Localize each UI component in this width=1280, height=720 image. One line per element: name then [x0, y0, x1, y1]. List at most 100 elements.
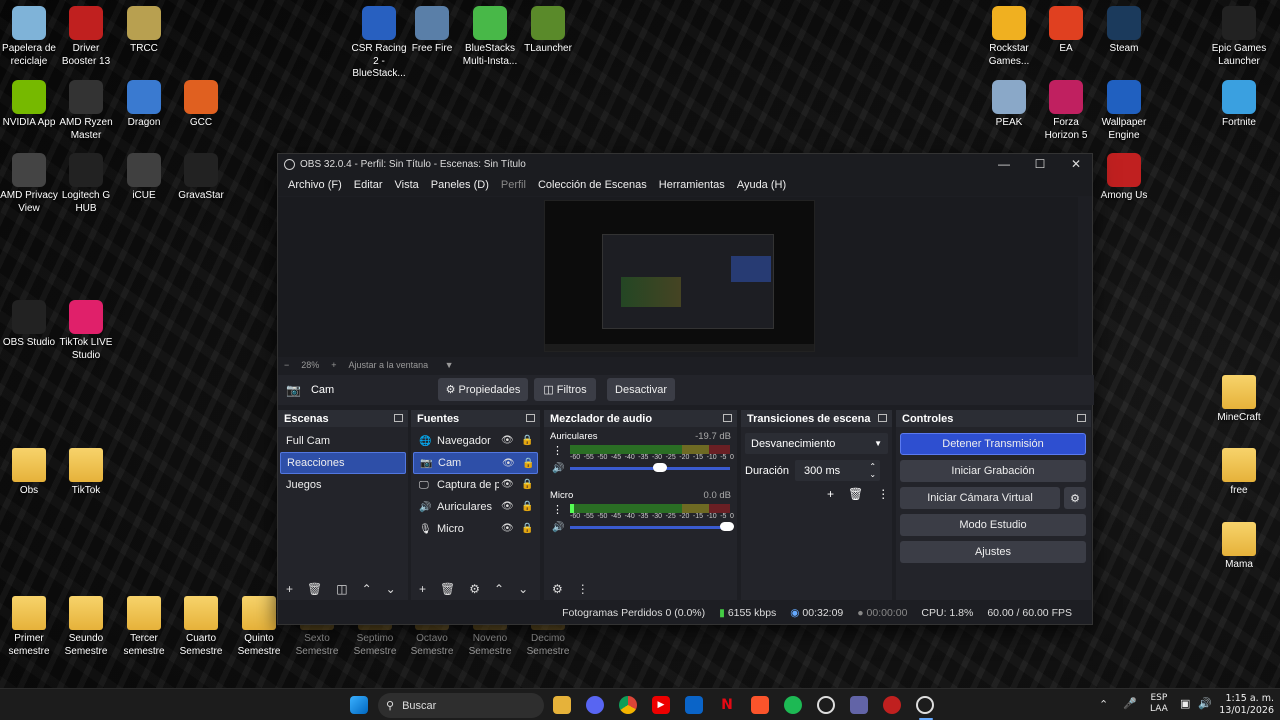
- tray-chevron-icon[interactable]: ⌃: [1099, 698, 1108, 711]
- desktop-icon[interactable]: Wallpaper Engine: [1095, 80, 1153, 142]
- menu-ayuda[interactable]: Ayuda (H): [731, 179, 792, 191]
- arrow-down-icon[interactable]: ⌄: [518, 582, 528, 596]
- menu-paneles[interactable]: Paneles (D): [425, 179, 495, 191]
- preview-canvas[interactable]: [544, 200, 815, 352]
- lang-indicator[interactable]: ESP LAA: [1150, 693, 1168, 715]
- desktop-icon[interactable]: TLauncher: [519, 6, 577, 56]
- menu-archivo[interactable]: Archivo (F): [282, 179, 348, 191]
- undock-icon[interactable]: [1077, 414, 1086, 422]
- deactivate-button[interactable]: Desactivar: [607, 378, 675, 401]
- menu-herramientas[interactable]: Herramientas: [653, 179, 731, 191]
- desktop-icon[interactable]: Epic Games Launcher: [1210, 6, 1268, 68]
- netflix-icon[interactable]: N: [718, 696, 736, 714]
- desktop-icon[interactable]: NVIDIA App: [0, 80, 58, 130]
- undock-icon[interactable]: [723, 414, 732, 422]
- desktop-icon[interactable]: Tercer semestre: [115, 596, 173, 658]
- arrow-down-icon[interactable]: ⌄: [386, 582, 396, 596]
- advanced-audio-icon[interactable]: ⚙: [552, 582, 563, 596]
- filter-icon[interactable]: ◫: [336, 582, 347, 596]
- gear-icon[interactable]: ⚙: [469, 582, 480, 596]
- menu-coleccion[interactable]: Colección de Escenas: [532, 179, 653, 191]
- obs-title-bar[interactable]: OBS 32.0.4 - Perfil: Sin Título - Escena…: [278, 154, 1092, 174]
- trash-icon[interactable]: 🗑: [848, 487, 863, 501]
- stepper-icon[interactable]: ⌃ ⌄: [869, 462, 876, 479]
- desktop-icon[interactable]: TikTok LIVE Studio: [57, 300, 115, 362]
- preview-area[interactable]: [278, 197, 1078, 357]
- desktop-icon[interactable]: Forza Horizon 5: [1037, 80, 1095, 142]
- desktop-icon[interactable]: CSR Racing 2 - BlueStack...: [350, 6, 408, 81]
- brave-icon[interactable]: [751, 696, 769, 714]
- driver-booster-icon[interactable]: [883, 696, 901, 714]
- zoom-in-button[interactable]: +: [331, 360, 336, 370]
- source-item[interactable]: 🔊 Auriculares 👁 🔒: [413, 496, 538, 518]
- desktop-icon[interactable]: Steam: [1095, 6, 1153, 56]
- lock-icon[interactable]: 🔒: [521, 523, 533, 534]
- arrow-up-icon[interactable]: ⌃: [494, 582, 504, 596]
- add-icon[interactable]: +: [419, 582, 426, 596]
- scene-item[interactable]: Juegos: [280, 474, 406, 496]
- windows-start-icon[interactable]: [350, 696, 368, 714]
- slider-knob[interactable]: [652, 463, 667, 472]
- desktop-icon[interactable]: Obs: [0, 448, 58, 498]
- clock[interactable]: 1:15 a. m. 13/01/2026: [1218, 693, 1274, 717]
- trash-icon[interactable]: 🗑: [440, 582, 455, 596]
- desktop-icon[interactable]: Cuarto Semestre: [172, 596, 230, 658]
- eye-icon[interactable]: 👁: [502, 458, 515, 469]
- desktop-icon[interactable]: EA: [1037, 6, 1095, 56]
- lock-icon[interactable]: 🔒: [521, 435, 533, 446]
- stop-streaming-button[interactable]: Detener Transmisión: [900, 433, 1086, 455]
- teams-icon[interactable]: [850, 696, 868, 714]
- desktop-icon[interactable]: GravaStar: [172, 153, 230, 203]
- speedometer-icon[interactable]: [817, 696, 835, 714]
- minimize-icon[interactable]: —: [986, 154, 1022, 174]
- desktop-icon[interactable]: Driver Booster 13: [57, 6, 115, 68]
- eye-icon[interactable]: 👁: [501, 479, 514, 490]
- lock-icon[interactable]: 🔒: [522, 458, 534, 469]
- undock-icon[interactable]: [878, 414, 887, 422]
- trash-icon[interactable]: 🗑: [307, 582, 322, 596]
- close-icon[interactable]: ✕: [1058, 154, 1094, 174]
- desktop-icon[interactable]: Free Fire: [403, 6, 461, 56]
- undock-icon[interactable]: [394, 414, 403, 422]
- discord-icon[interactable]: [586, 696, 604, 714]
- lock-icon[interactable]: 🔒: [521, 501, 533, 512]
- slider-knob[interactable]: [720, 522, 734, 531]
- volume-icon[interactable]: 🔊: [1198, 697, 1212, 710]
- source-item[interactable]: 🌐 Navegador 👁 🔒: [413, 430, 538, 452]
- spotify-icon[interactable]: [784, 696, 802, 714]
- desktop-icon[interactable]: MineCraft: [1210, 375, 1268, 425]
- zoom-out-button[interactable]: −: [284, 360, 289, 370]
- desktop-icon[interactable]: Papelera de reciclaje: [0, 6, 58, 68]
- duration-input[interactable]: 300 ms ⌃ ⌄: [795, 460, 881, 481]
- volume-slider[interactable]: [570, 463, 730, 472]
- source-item[interactable]: 🎙 Micro 👁 🔒: [413, 518, 538, 540]
- menu-perfil[interactable]: Perfil: [495, 179, 532, 191]
- settings-button[interactable]: Ajustes: [900, 541, 1086, 563]
- volume-speaker-icon[interactable]: 🔊: [552, 522, 564, 533]
- desktop-icon[interactable]: Mama: [1210, 522, 1268, 572]
- studio-mode-button[interactable]: Modo Estudio: [900, 514, 1086, 536]
- desktop-icon[interactable]: PEAK: [980, 80, 1038, 130]
- undock-icon[interactable]: [526, 414, 535, 422]
- fit-window-select[interactable]: Ajustar a la ventana ▼: [349, 360, 454, 370]
- source-item[interactable]: 🖵 Captura de pa👁 🔒: [413, 474, 538, 496]
- add-icon[interactable]: +: [286, 582, 293, 596]
- add-icon[interactable]: +: [827, 487, 834, 501]
- desktop-icon[interactable]: AMD Ryzen Master: [57, 80, 115, 142]
- desktop-icon[interactable]: Seundo Semestre: [57, 596, 115, 658]
- channel-menu-icon[interactable]: ⋮: [552, 503, 563, 516]
- volume-slider[interactable]: [570, 522, 734, 531]
- eye-icon[interactable]: 👁: [501, 435, 514, 446]
- eye-icon[interactable]: 👁: [501, 501, 514, 512]
- maximize-icon[interactable]: ☐: [1022, 154, 1058, 174]
- outlook-icon[interactable]: [685, 696, 703, 714]
- desktop-icon[interactable]: Dragon: [115, 80, 173, 130]
- menu-vista[interactable]: Vista: [389, 179, 425, 191]
- desktop-icon[interactable]: Among Us: [1095, 153, 1153, 203]
- obs-taskbar-icon[interactable]: [916, 696, 934, 714]
- search-box[interactable]: ⚲ Buscar: [378, 693, 544, 718]
- desktop-icon[interactable]: TRCC: [115, 6, 173, 56]
- desktop-icon[interactable]: OBS Studio: [0, 300, 58, 350]
- transition-select[interactable]: Desvanecimiento ▼: [745, 433, 888, 454]
- tray-mic-icon[interactable]: 🎤: [1123, 697, 1137, 710]
